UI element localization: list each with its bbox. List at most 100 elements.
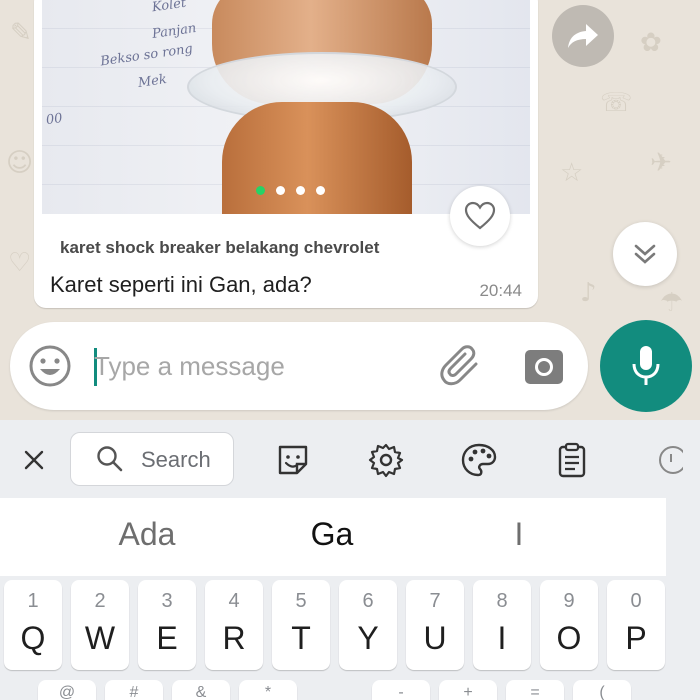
message-input[interactable] (94, 346, 424, 386)
search-icon (97, 446, 123, 472)
message-text: Karet seperti ini Gan, ada? (50, 272, 312, 297)
key-symbol-hint: @ (58, 684, 76, 700)
message-composer (10, 322, 588, 410)
clipboard-button[interactable] (552, 440, 592, 480)
key-letter: U (423, 620, 447, 656)
key-letter: Q (20, 620, 46, 656)
partial-tool-icon (659, 446, 683, 474)
key-number-hint: 7 (429, 590, 441, 612)
key-y[interactable]: 6Y (339, 580, 397, 670)
key-l[interactable]: ( (573, 680, 631, 700)
key-d[interactable]: & (172, 680, 230, 700)
palette-icon (461, 443, 497, 477)
suggestion-strip: Ada Ga I (0, 498, 666, 576)
keyboard-toolbar: Search (0, 420, 700, 500)
more-tools-button[interactable] (648, 440, 688, 480)
wallpaper-doodle: ✎ (10, 18, 32, 48)
key-number-hint: 9 (563, 590, 575, 612)
key-q[interactable]: 1Q (4, 580, 62, 670)
key-letter: P (625, 620, 647, 656)
emoji-button[interactable] (28, 344, 72, 388)
key-letter: E (156, 620, 178, 656)
sticker-button[interactable] (273, 440, 313, 480)
carousel-dot (256, 186, 265, 195)
wallpaper-doodle: ✿ (640, 28, 662, 58)
key-letter: T (291, 620, 311, 656)
key-symbol-hint: + (463, 684, 473, 700)
key-symbol-hint: & (195, 684, 207, 700)
scroll-to-bottom-button[interactable] (613, 222, 677, 286)
key-t[interactable]: 5T (272, 580, 330, 670)
key-p[interactable]: 0P (607, 580, 665, 670)
camera-button[interactable] (522, 344, 566, 388)
key-e[interactable]: 3E (138, 580, 196, 670)
keyboard-top-row: 1Q 2W 3E 4R 5T 6Y 7U 8I 9O 0P (4, 580, 696, 676)
key-h[interactable]: - (372, 680, 430, 700)
key-symbol-hint: - (398, 684, 404, 700)
clipboard-icon (558, 442, 586, 478)
like-button[interactable] (450, 186, 510, 246)
key-letter: I (497, 620, 507, 656)
key-letter: Y (357, 620, 379, 656)
suggestion-item[interactable]: I (515, 516, 524, 553)
key-symbol-hint: # (129, 684, 139, 700)
wallpaper-doodle: ♪ (580, 278, 597, 308)
mic-icon (632, 346, 660, 385)
key-symbol-hint: * (264, 684, 272, 700)
wallpaper-doodle: ♡ (8, 248, 32, 278)
key-w[interactable]: 2W (71, 580, 129, 670)
wallpaper-doodle: ☺ (6, 148, 34, 178)
emoji-icon (29, 345, 71, 387)
suggestion-item[interactable]: Ga (311, 516, 354, 553)
key-i[interactable]: 8I (473, 580, 531, 670)
key-letter: R (222, 620, 246, 656)
key-number-hint: 2 (94, 590, 106, 612)
key-letter: O (556, 620, 582, 656)
key-number-hint: 4 (228, 590, 240, 612)
keyboard-theme-button[interactable] (459, 440, 499, 480)
photo-handwriting: 00 (45, 110, 64, 129)
carousel-dot (316, 186, 325, 195)
keyboard-close-button[interactable] (14, 440, 54, 480)
product-caption: karet shock breaker belakang chevrolet (60, 238, 380, 257)
double-chevron-down-icon (634, 244, 656, 264)
voice-record-button[interactable] (600, 320, 692, 412)
carousel-dot (296, 186, 305, 195)
keyboard-search-label: Search (141, 447, 211, 472)
key-number-hint: 6 (362, 590, 374, 612)
suggestion-item[interactable]: Ada (119, 516, 176, 553)
gear-icon (368, 443, 404, 478)
key-f[interactable]: * (239, 680, 297, 700)
key-number-hint: 3 (161, 590, 173, 612)
key-a[interactable]: @ (38, 680, 96, 700)
key-o[interactable]: 9O (540, 580, 598, 670)
attach-button[interactable] (438, 344, 482, 388)
wallpaper-doodle: ☆ (560, 158, 584, 188)
key-symbol-hint: ( (599, 684, 605, 700)
close-icon (24, 450, 44, 470)
key-number-hint: 5 (295, 590, 307, 612)
heart-icon (464, 201, 496, 230)
key-s[interactable]: # (105, 680, 163, 700)
forward-button[interactable] (552, 5, 614, 67)
keyboard-settings-button[interactable] (366, 440, 406, 480)
message-timestamp: 20:44 (479, 281, 522, 300)
wallpaper-doodle: ☏ (600, 88, 633, 118)
key-number-hint: 8 (496, 590, 508, 612)
key-r[interactable]: 4R (205, 580, 263, 670)
wallpaper-doodle: ✈ (650, 148, 672, 178)
message-bubble[interactable]: Kolet Panjan Bekso so rong Mek 00 karet … (34, 0, 538, 308)
message-photo[interactable]: Kolet Panjan Bekso so rong Mek 00 (42, 0, 530, 214)
forward-icon (568, 24, 598, 48)
paperclip-icon (440, 345, 478, 386)
carousel-dot (276, 186, 285, 195)
key-number-hint: 1 (27, 590, 39, 612)
keyboard-search-button[interactable]: Search (70, 432, 234, 486)
wallpaper-doodle: ☂ (660, 288, 684, 318)
key-j[interactable]: + (439, 680, 497, 700)
key-u[interactable]: 7U (406, 580, 464, 670)
key-number-hint: 0 (630, 590, 642, 612)
key-symbol-hint: = (530, 684, 540, 700)
camera-icon (525, 350, 563, 384)
key-k[interactable]: = (506, 680, 564, 700)
